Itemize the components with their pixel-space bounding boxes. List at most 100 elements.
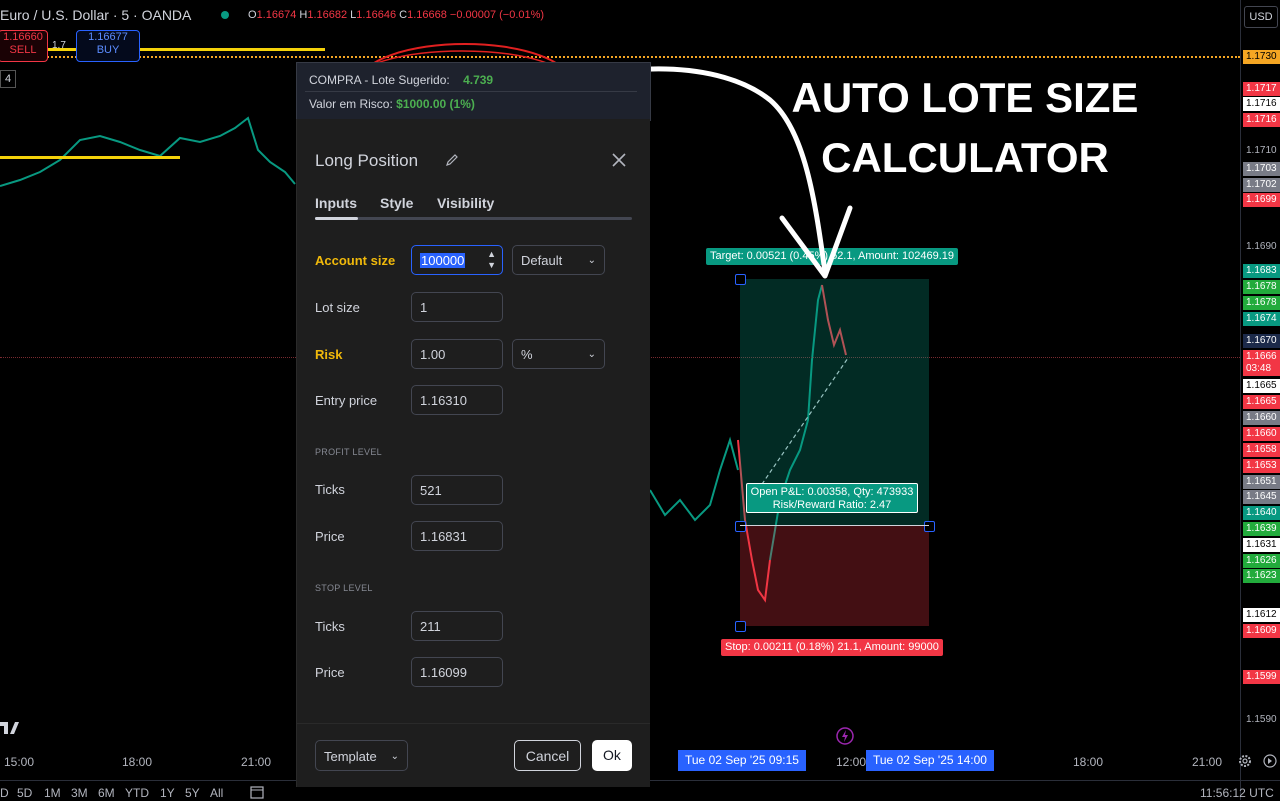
clock[interactable]: 11:56:12 UTC bbox=[1200, 786, 1274, 800]
account-size-label: Account size bbox=[315, 253, 396, 268]
profit-price-value: 1.16831 bbox=[420, 529, 467, 544]
cancel-button[interactable]: Cancel bbox=[514, 740, 581, 771]
range-button-3m[interactable]: 3M bbox=[71, 786, 88, 800]
price-axis[interactable]: 1.1730 1.1717 1.1716 1.1716 1.1710 1.1703 1.17… bbox=[1240, 0, 1280, 800]
dialog-title: Long Position bbox=[315, 151, 419, 170]
entry-handle-left[interactable] bbox=[735, 521, 746, 532]
lot-suggestion-overlay: COMPRA - Lote Sugerido: 4.739 Valor em R… bbox=[296, 62, 651, 121]
price-label: 1.1609 bbox=[1243, 624, 1280, 638]
tab-track bbox=[315, 217, 632, 220]
stepper-icon[interactable]: ▲ ▼ bbox=[487, 249, 496, 271]
tab-visibility[interactable]: Visibility bbox=[437, 195, 494, 211]
ohlc-open: 1.16674 bbox=[256, 9, 297, 21]
ohlc-low: 1.16646 bbox=[356, 9, 397, 21]
account-size-input[interactable]: 100000 ▲ ▼ bbox=[411, 245, 503, 275]
entry-price-label: Entry price bbox=[315, 393, 378, 408]
sell-button[interactable]: 1.16660 SELL bbox=[0, 30, 48, 62]
suggested-lot-row: COMPRA - Lote Sugerido: 4.739 bbox=[309, 73, 493, 87]
calendar-icon[interactable] bbox=[249, 784, 265, 800]
price-label: 1.1590 bbox=[1243, 713, 1280, 727]
time-label: 21:00 bbox=[1192, 755, 1223, 769]
range-button-1m[interactable]: 1M bbox=[44, 786, 61, 800]
suggested-lot-value: 4.739 bbox=[463, 73, 494, 87]
entry-price-input[interactable]: 1.16310 bbox=[411, 385, 503, 415]
time-label: 15:00 bbox=[4, 755, 35, 769]
profit-ticks-value: 521 bbox=[420, 483, 442, 498]
account-mode-select[interactable]: Default ⌄ bbox=[512, 245, 605, 275]
long-position-dialog: Long Position Inputs Style Visibility Ac… bbox=[296, 119, 650, 787]
risk-reward-line: Risk/Reward Ratio: 2.47 bbox=[772, 499, 892, 511]
price-label: 1.1599 bbox=[1243, 670, 1280, 684]
buy-price: 1.16677 bbox=[88, 31, 128, 43]
range-button-d[interactable]: D bbox=[0, 786, 9, 800]
ohlc-change: −0.00007 (−0.01%) bbox=[449, 9, 545, 21]
price-series-left bbox=[0, 116, 296, 187]
price-label: 1.1678 bbox=[1243, 280, 1280, 294]
lot-size-label: Lot size bbox=[315, 300, 360, 315]
lightning-icon[interactable] bbox=[836, 727, 854, 745]
range-button-1y[interactable]: 1Y bbox=[160, 786, 175, 800]
price-label: 1.1660 bbox=[1243, 411, 1280, 425]
price-label: 1.1665 bbox=[1243, 395, 1280, 409]
template-select[interactable]: Template ⌄ bbox=[315, 740, 408, 771]
risk-value: 1.00 bbox=[420, 347, 446, 362]
stop-price-input[interactable]: 1.16099 bbox=[411, 657, 503, 687]
price-label: 1.1651 bbox=[1243, 475, 1280, 489]
price-series-mid bbox=[649, 436, 739, 522]
sell-price: 1.16660 bbox=[3, 31, 43, 43]
market-status-icon bbox=[221, 11, 229, 19]
tab-style[interactable]: Style bbox=[380, 195, 413, 211]
price-label: 1.1678 bbox=[1243, 296, 1280, 310]
range-button-all[interactable]: All bbox=[210, 786, 223, 800]
stop-ticks-value: 211 bbox=[420, 619, 441, 634]
stop-label: Stop: 0.00211 (0.18%) 21.1, Amount: 9900… bbox=[721, 639, 943, 656]
lot-size-input[interactable]: 1 bbox=[411, 292, 503, 322]
buy-button[interactable]: 1.16677 BUY bbox=[76, 30, 140, 62]
gear-icon[interactable] bbox=[1237, 753, 1253, 769]
stop-ticks-label: Ticks bbox=[315, 619, 345, 634]
price-label: 1.1683 bbox=[1243, 264, 1280, 278]
ohlc-high: 1.16682 bbox=[307, 9, 348, 21]
chevron-down-icon: ⌄ bbox=[390, 751, 399, 762]
stop-price-label: Price bbox=[315, 665, 345, 680]
time-badge-exit: Tue 02 Sep '25 14:00 bbox=[866, 750, 994, 771]
risk-input[interactable]: 1.00 bbox=[411, 339, 503, 369]
stop-zone[interactable] bbox=[740, 526, 929, 626]
profit-price-input[interactable]: 1.16831 bbox=[411, 521, 503, 551]
price-label: 1.1639 bbox=[1243, 522, 1280, 536]
close-icon[interactable] bbox=[611, 152, 627, 168]
tradingview-logo-icon bbox=[0, 722, 19, 734]
time-label: 12:00 bbox=[836, 755, 867, 769]
price-label: 1.1623 bbox=[1243, 569, 1280, 583]
account-mode-value: Default bbox=[521, 253, 563, 268]
tab-inputs[interactable]: Inputs bbox=[315, 195, 357, 211]
currency-button[interactable]: USD bbox=[1244, 6, 1278, 28]
goto-realtime-icon[interactable] bbox=[1262, 753, 1278, 769]
overlay-divider bbox=[305, 91, 637, 92]
price-label: 1.1674 bbox=[1243, 312, 1280, 326]
range-button-ytd[interactable]: YTD bbox=[125, 786, 149, 800]
ok-button[interactable]: Ok bbox=[592, 740, 632, 771]
range-button-5d[interactable]: 5D bbox=[17, 786, 32, 800]
profit-ticks-input[interactable]: 521 bbox=[411, 475, 503, 505]
pencil-icon[interactable] bbox=[445, 153, 459, 167]
range-button-5y[interactable]: 5Y bbox=[185, 786, 200, 800]
risk-unit-select[interactable]: % ⌄ bbox=[512, 339, 605, 369]
symbol-title[interactable]: Euro / U.S. Dollar · 5 · OANDA bbox=[0, 7, 191, 23]
stop-handle[interactable] bbox=[735, 621, 746, 632]
price-label: 1.1716 bbox=[1243, 97, 1280, 111]
risk-unit-value: % bbox=[521, 347, 533, 362]
price-label: 1.1640 bbox=[1243, 506, 1280, 520]
time-badge-entry: Tue 02 Sep '25 09:15 bbox=[678, 750, 806, 771]
price-label: 1.1703 bbox=[1243, 162, 1280, 176]
entry-price-value: 1.16310 bbox=[420, 393, 467, 408]
range-button-6m[interactable]: 6M bbox=[98, 786, 115, 800]
lot-size-value: 1 bbox=[420, 300, 428, 315]
entry-handle-right[interactable] bbox=[924, 521, 935, 532]
stop-ticks-input[interactable]: 211 bbox=[411, 611, 503, 641]
ohlc-c-label: C bbox=[399, 9, 408, 21]
entry-line bbox=[740, 525, 929, 526]
price-label: 1.1626 bbox=[1243, 554, 1280, 568]
price-label: 1.1717 bbox=[1243, 82, 1280, 96]
indicator-count-badge[interactable]: 4 bbox=[0, 70, 16, 88]
